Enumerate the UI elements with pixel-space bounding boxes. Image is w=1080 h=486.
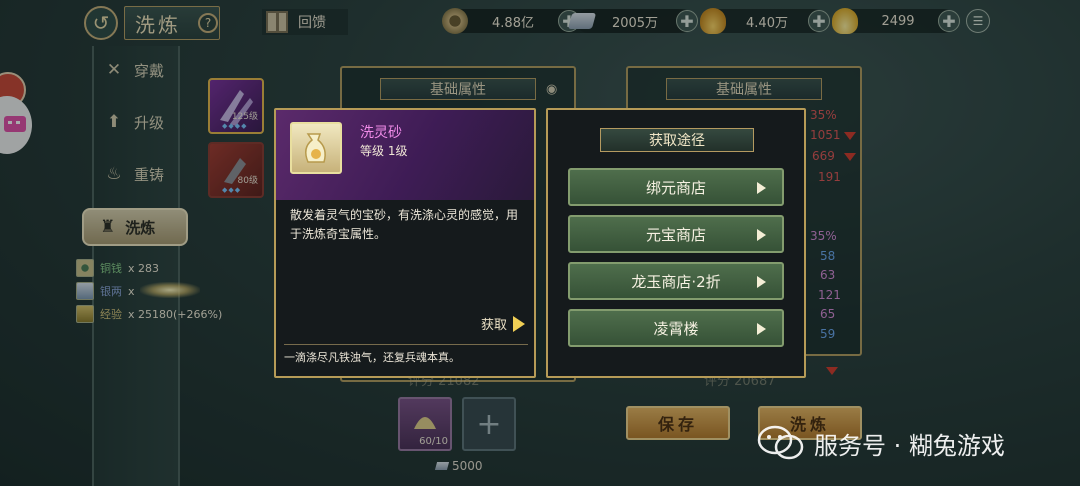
source-label: 元宝商店 [645,225,706,244]
acquire-button[interactable]: 获取 [481,314,526,333]
chevron-right-icon [757,323,766,335]
source-lingxiao-tower[interactable]: 凌霄楼 [568,309,784,347]
source-label: 龙玉商店·2折 [631,272,721,291]
acquisition-popup: 获取途径 绑元商店 元宝商店 龙玉商店·2折 凌霄楼 [546,108,806,378]
item-name: 洗灵砂 [360,125,402,141]
item-flavor-text: 一滴涤尽凡铁浊气，还复兵魂本真。 [284,344,528,365]
play-arrow-icon [513,315,526,332]
source-label: 绑元商店 [645,178,706,197]
item-header: 洗灵砂 等级 1级 [276,110,534,200]
watermark-text: 服务号 · 糊兔游戏 [814,431,1005,460]
sand-pouch-icon [290,122,342,174]
chevron-right-icon [757,182,766,194]
item-detail-popup: 洗灵砂 等级 1级 散发着灵气的宝砂，有洗涤心灵的感觉，用于洗炼奇宝属性。 获取… [274,108,536,378]
source-label: 凌霄楼 [653,319,699,338]
chevron-right-icon [757,276,766,288]
refine-screen: ↺ 洗炼 ? 回馈 4.88亿 ✚ 2005万 ✚ 4.40万 ✚ 2499 ✚… [0,0,1080,486]
acquire-label: 获取 [481,318,508,333]
popup-title: 获取途径 [600,128,754,152]
modal-backdrop[interactable] [0,0,1080,486]
watermark: 服务号 · 糊兔游戏 [756,424,1005,462]
item-description: 散发着灵气的宝砂，有洗涤心灵的感觉，用于洗炼奇宝属性。 [290,208,519,241]
source-dragon-jade-shop[interactable]: 龙玉商店·2折 [568,262,784,300]
chevron-right-icon [757,229,766,241]
item-level: 等级 1级 [360,144,408,158]
source-yuanbao-shop[interactable]: 元宝商店 [568,215,784,253]
wechat-logo-icon [756,424,806,462]
source-bound-yuan-shop[interactable]: 绑元商店 [568,168,784,206]
